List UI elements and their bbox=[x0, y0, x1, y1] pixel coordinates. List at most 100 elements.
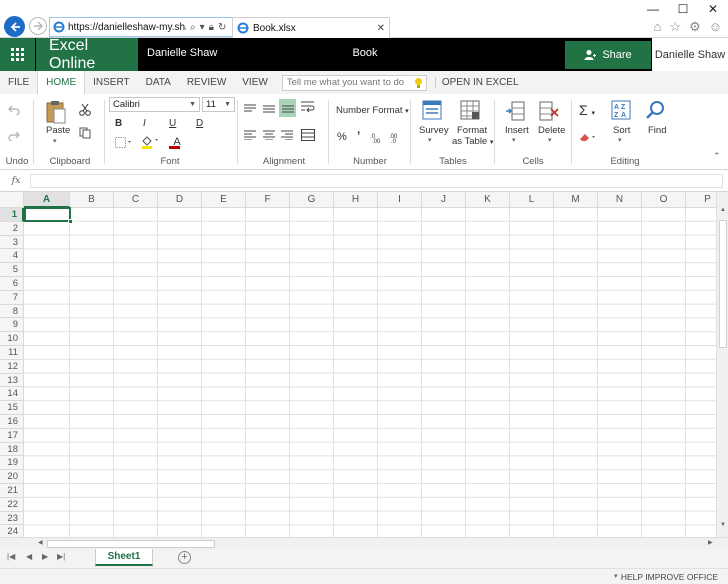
vertical-scroll-thumb[interactable] bbox=[719, 220, 727, 348]
survey-label[interactable]: Survey bbox=[419, 125, 449, 136]
favorites-star-icon[interactable]: ☆ bbox=[669, 19, 681, 35]
column-header-e[interactable]: E bbox=[202, 192, 246, 208]
column-header-m[interactable]: M bbox=[554, 192, 598, 208]
row-header-4[interactable]: 4 bbox=[0, 249, 24, 264]
row-header-16[interactable]: 16 bbox=[0, 415, 24, 429]
row-header-21[interactable]: 21 bbox=[0, 484, 24, 498]
lock-icon[interactable]: 🔒︎ bbox=[209, 22, 214, 33]
owner-name[interactable]: Danielle Shaw bbox=[147, 47, 217, 59]
increase-decimal-button[interactable]: .0.00 bbox=[369, 130, 385, 144]
row-header-22[interactable]: 22 bbox=[0, 497, 24, 512]
decrease-decimal-button[interactable]: .00.0 bbox=[388, 130, 404, 144]
comma-style-button[interactable]: ’ bbox=[357, 129, 360, 143]
sort-button[interactable]: AZZA bbox=[610, 99, 632, 121]
align-bottom-button[interactable] bbox=[279, 99, 296, 117]
minimize-button[interactable]: — bbox=[638, 0, 668, 18]
find-label[interactable]: Find bbox=[648, 125, 666, 136]
align-right-button[interactable] bbox=[279, 129, 295, 141]
redo-button[interactable] bbox=[6, 128, 22, 144]
align-middle-button[interactable] bbox=[261, 103, 277, 115]
row-header-9[interactable]: 9 bbox=[0, 318, 24, 333]
survey-dropdown-icon[interactable]: ▾ bbox=[428, 136, 432, 144]
font-size-combo[interactable]: 11 ▼ bbox=[202, 97, 235, 112]
help-improve-office-link[interactable]: HELP IMPROVE OFFICE bbox=[621, 572, 718, 582]
insert-function-button[interactable]: fx bbox=[6, 173, 26, 189]
sort-dropdown-icon[interactable]: ▾ bbox=[618, 136, 622, 144]
align-left-button[interactable] bbox=[242, 129, 258, 141]
insert-dropdown-icon[interactable]: ▾ bbox=[512, 136, 516, 144]
scroll-up-icon[interactable]: ▲ bbox=[720, 207, 726, 213]
last-sheet-icon[interactable]: ▶| bbox=[57, 552, 65, 561]
row-header-14[interactable]: 14 bbox=[0, 387, 24, 402]
row-header-1[interactable]: 1 bbox=[0, 208, 24, 222]
next-sheet-icon[interactable]: ▶ bbox=[42, 552, 48, 561]
tab-review[interactable]: REVIEW bbox=[179, 71, 234, 94]
document-title[interactable]: Book bbox=[340, 47, 390, 59]
column-header-f[interactable]: F bbox=[246, 192, 290, 208]
vertical-scrollbar[interactable]: ▲ ▼ bbox=[716, 192, 728, 537]
tab-view[interactable]: VIEW bbox=[234, 71, 276, 94]
font-name-combo[interactable]: Calibri ▼ bbox=[109, 97, 200, 112]
survey-button[interactable] bbox=[421, 99, 443, 121]
cut-button[interactable] bbox=[78, 102, 92, 116]
share-button[interactable]: Share bbox=[565, 41, 651, 69]
find-button[interactable] bbox=[645, 99, 667, 121]
prev-sheet-icon[interactable]: ◀ bbox=[26, 552, 32, 561]
delete-cells-button[interactable] bbox=[538, 100, 560, 122]
tab-close-icon[interactable]: ✕ bbox=[377, 23, 385, 34]
font-color-button[interactable]: A bbox=[166, 134, 188, 149]
autosum-button[interactable]: Σ ▾ bbox=[579, 102, 595, 118]
horizontal-scrollbar[interactable]: ◀ ▶ bbox=[0, 537, 728, 549]
row-header-17[interactable]: 17 bbox=[0, 428, 24, 443]
fill-color-button[interactable] bbox=[139, 134, 161, 149]
row-header-18[interactable]: 18 bbox=[0, 442, 24, 457]
row-header-13[interactable]: 13 bbox=[0, 373, 24, 388]
insert-label[interactable]: Insert bbox=[505, 125, 529, 136]
delete-dropdown-icon[interactable]: ▾ bbox=[548, 136, 552, 144]
tell-me-input[interactable]: Tell me what you want to do bbox=[281, 74, 427, 91]
column-header-j[interactable]: J bbox=[422, 192, 466, 208]
row-header-7[interactable]: 7 bbox=[0, 290, 24, 305]
selected-cell-a1[interactable] bbox=[24, 207, 71, 222]
column-header-b[interactable]: B bbox=[70, 192, 114, 208]
align-center-button[interactable] bbox=[261, 129, 277, 141]
column-header-n[interactable]: N bbox=[598, 192, 642, 208]
tab-home[interactable]: HOME bbox=[37, 70, 86, 95]
borders-button[interactable] bbox=[113, 135, 133, 149]
column-header-l[interactable]: L bbox=[510, 192, 554, 208]
select-all-corner[interactable] bbox=[0, 192, 24, 208]
double-underline-button[interactable]: D bbox=[196, 118, 203, 129]
sheet-tab-sheet1[interactable]: Sheet1 bbox=[95, 549, 153, 566]
scroll-right-icon[interactable]: ▶ bbox=[708, 539, 713, 546]
account-name[interactable]: Danielle Shaw bbox=[652, 38, 728, 71]
insert-cells-button[interactable] bbox=[504, 100, 526, 122]
format-as-table-label-1[interactable]: Format bbox=[457, 125, 487, 136]
paste-label[interactable]: Paste bbox=[46, 125, 70, 136]
app-name[interactable]: Excel Online bbox=[36, 37, 138, 72]
paste-button[interactable] bbox=[44, 99, 68, 125]
smiley-icon[interactable]: ☺ bbox=[709, 19, 722, 35]
row-header-11[interactable]: 11 bbox=[0, 346, 24, 360]
wrap-text-button[interactable] bbox=[300, 99, 316, 115]
row-header-20[interactable]: 20 bbox=[0, 470, 24, 484]
app-launcher-button[interactable] bbox=[0, 38, 35, 71]
number-format-dropdown[interactable]: Number Format ▾ bbox=[336, 105, 409, 116]
clear-button[interactable] bbox=[578, 131, 598, 143]
maximize-button[interactable]: ☐ bbox=[668, 0, 698, 18]
close-window-button[interactable]: ✕ bbox=[698, 0, 728, 18]
forward-button[interactable] bbox=[29, 17, 47, 35]
collapse-ribbon-icon[interactable]: ⌃ bbox=[713, 151, 721, 162]
tab-insert[interactable]: INSERT bbox=[85, 71, 138, 94]
paste-dropdown-icon[interactable]: ▾ bbox=[53, 137, 57, 145]
italic-button[interactable]: I bbox=[143, 118, 146, 129]
row-header-3[interactable]: 3 bbox=[0, 235, 24, 250]
home-icon[interactable]: ⌂ bbox=[654, 19, 662, 35]
row-header-6[interactable]: 6 bbox=[0, 277, 24, 291]
scroll-down-icon[interactable]: ▼ bbox=[720, 522, 726, 528]
open-in-excel-button[interactable]: OPEN IN EXCEL bbox=[434, 77, 519, 88]
column-header-o[interactable]: O bbox=[642, 192, 686, 208]
settings-gear-icon[interactable]: ⚙ bbox=[689, 19, 701, 35]
horizontal-scroll-thumb[interactable] bbox=[47, 540, 215, 548]
bold-button[interactable]: B bbox=[115, 118, 122, 129]
formula-input[interactable] bbox=[30, 174, 723, 188]
